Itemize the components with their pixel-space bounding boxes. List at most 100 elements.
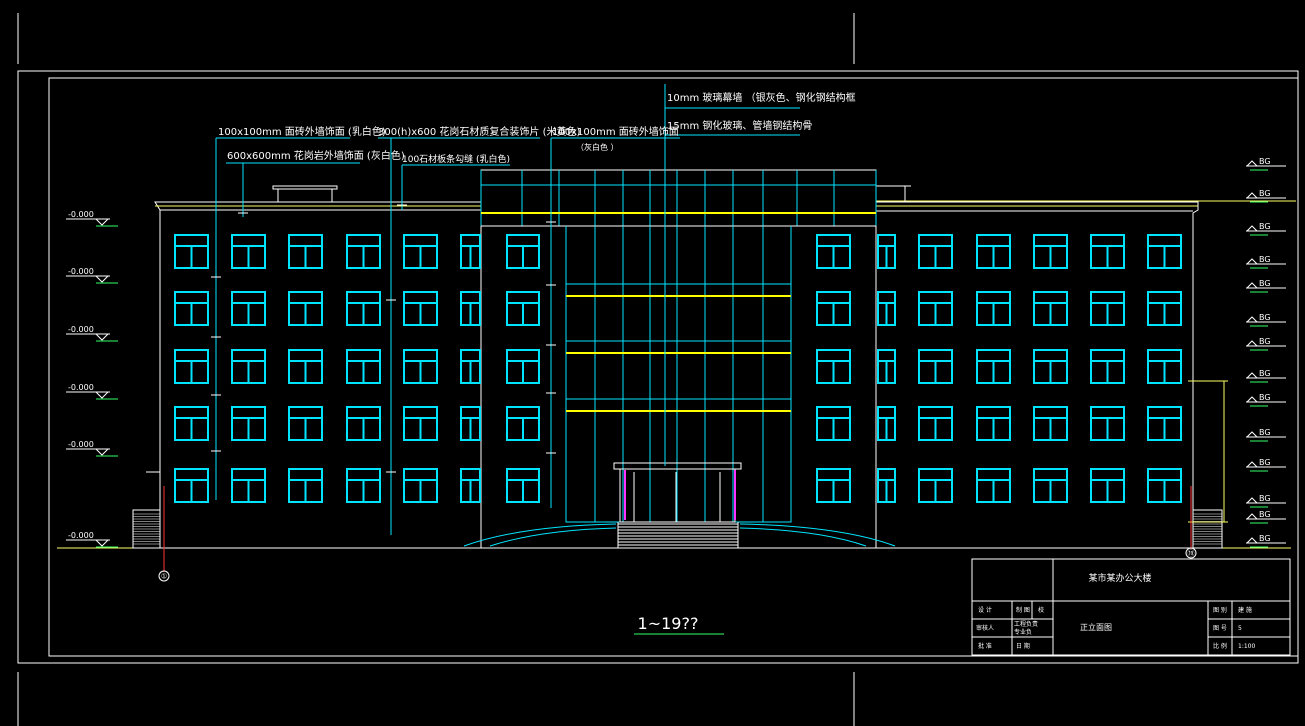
window <box>288 291 323 326</box>
window <box>460 349 481 384</box>
svg-text:-0.000: -0.000 <box>68 210 94 219</box>
window <box>816 234 851 269</box>
window <box>976 291 1011 326</box>
window <box>460 234 481 269</box>
window <box>174 349 209 384</box>
window <box>403 234 438 269</box>
svg-text:BG: BG <box>1259 222 1271 231</box>
window <box>1033 468 1068 503</box>
svg-text:BG: BG <box>1259 279 1271 288</box>
window <box>346 406 381 441</box>
tb-c1: 设 计 <box>978 606 992 614</box>
svg-text:-0.000: -0.000 <box>68 383 94 392</box>
drawing-title: 1~19?? <box>638 614 699 633</box>
window <box>877 468 896 503</box>
annotation-stone-100: 100石材板条勾缝 (乳白色) <box>402 153 510 165</box>
height-mark: BG <box>1246 428 1286 442</box>
window <box>506 291 540 326</box>
right-wing <box>875 185 1199 549</box>
height-mark: BG <box>1246 313 1286 327</box>
elevation-mark: -0.000 <box>66 531 118 548</box>
window <box>918 468 953 503</box>
tb-r3: 比 例 <box>1213 642 1227 650</box>
window <box>1033 234 1068 269</box>
svg-text:BG: BG <box>1259 428 1271 437</box>
tb-c5: 工程负责 <box>1014 620 1038 628</box>
axis-label-right: ⑲ <box>1188 550 1195 558</box>
window <box>918 291 953 326</box>
window <box>877 406 896 441</box>
window <box>174 406 209 441</box>
window <box>816 291 851 326</box>
svg-text:-0.000: -0.000 <box>68 267 94 276</box>
window <box>403 291 438 326</box>
height-mark: BG <box>1246 222 1286 236</box>
svg-text:BG: BG <box>1259 369 1271 378</box>
height-mark: BG <box>1246 189 1286 203</box>
svg-text:BG: BG <box>1259 494 1271 503</box>
tb-v1: 建 施 <box>1238 606 1252 614</box>
window <box>1033 406 1068 441</box>
sheet-name: 正立面图 <box>1080 622 1112 632</box>
window <box>1147 406 1182 441</box>
window <box>1147 234 1182 269</box>
tb-c7: 批 准 <box>978 642 992 650</box>
window <box>877 234 896 269</box>
window <box>174 468 209 503</box>
title-block-text: 某市某办公大楼 正立面图 设 计 制 图 校 审核人 工程负责 专业负 批 准 … <box>976 572 1255 650</box>
height-mark: BG <box>1246 393 1286 407</box>
window <box>877 349 896 384</box>
height-mark: BG <box>1246 255 1286 269</box>
height-mark: BG <box>1246 279 1286 293</box>
window <box>460 406 481 441</box>
elevation-marks-left: -0.000 -0.000 -0.000 -0.000 -0.000 -0.000 <box>66 210 118 548</box>
tb-c8: 日 期 <box>1016 642 1030 650</box>
window <box>460 291 481 326</box>
window <box>288 468 323 503</box>
window <box>346 291 381 326</box>
svg-text:BG: BG <box>1259 458 1271 467</box>
svg-text:BG: BG <box>1259 157 1271 166</box>
annotation-stone-300: 300(h)x600 花岗石材质复合装饰片 (米黄色) <box>378 125 580 138</box>
svg-text:BG: BG <box>1259 510 1271 519</box>
window <box>1147 291 1182 326</box>
svg-text:-0.000: -0.000 <box>68 440 94 449</box>
window <box>976 349 1011 384</box>
svg-text:BG: BG <box>1259 189 1271 198</box>
svg-text:BG: BG <box>1259 393 1271 402</box>
annotation-tile-right-color: （灰白色 ） <box>576 142 619 152</box>
height-mark: BG <box>1246 369 1286 383</box>
height-mark: BG <box>1246 337 1286 351</box>
height-mark: BG <box>1246 534 1286 548</box>
axis-label-left: ① <box>161 573 167 581</box>
window <box>174 291 209 326</box>
annotation-glass-2: 15mm 钢化玻璃、管墙钢结构骨 <box>667 119 812 132</box>
height-mark: BG <box>1246 157 1286 171</box>
window <box>1090 406 1125 441</box>
tb-v2: 5 <box>1238 625 1242 632</box>
window <box>1033 291 1068 326</box>
window <box>231 234 266 269</box>
tb-c3: 校 <box>1038 606 1044 614</box>
svg-text:-0.000: -0.000 <box>68 325 94 334</box>
svg-text:BG: BG <box>1259 255 1271 264</box>
window <box>918 406 953 441</box>
window <box>816 349 851 384</box>
annotations: 10mm 玻璃幕墙 （银灰色、钢化钢结构框 15mm 钢化玻璃、管墙钢结构骨 1… <box>218 91 856 165</box>
window <box>231 468 266 503</box>
window <box>403 406 438 441</box>
window <box>976 406 1011 441</box>
elevation-drawing: 10mm 玻璃幕墙 （银灰色、钢化钢结构框 15mm 钢化玻璃、管墙钢结构骨 1… <box>17 13 1299 726</box>
height-mark: BG <box>1246 458 1286 472</box>
window <box>288 406 323 441</box>
tb-c2: 制 图 <box>1016 606 1030 614</box>
window <box>1090 291 1125 326</box>
window <box>346 349 381 384</box>
windows-group <box>174 234 1182 503</box>
tb-c6: 专业负 <box>1014 628 1032 636</box>
window <box>506 234 540 269</box>
window <box>231 291 266 326</box>
project-name: 某市某办公大楼 <box>1088 572 1151 584</box>
window <box>506 468 540 503</box>
left-wing <box>154 185 482 549</box>
